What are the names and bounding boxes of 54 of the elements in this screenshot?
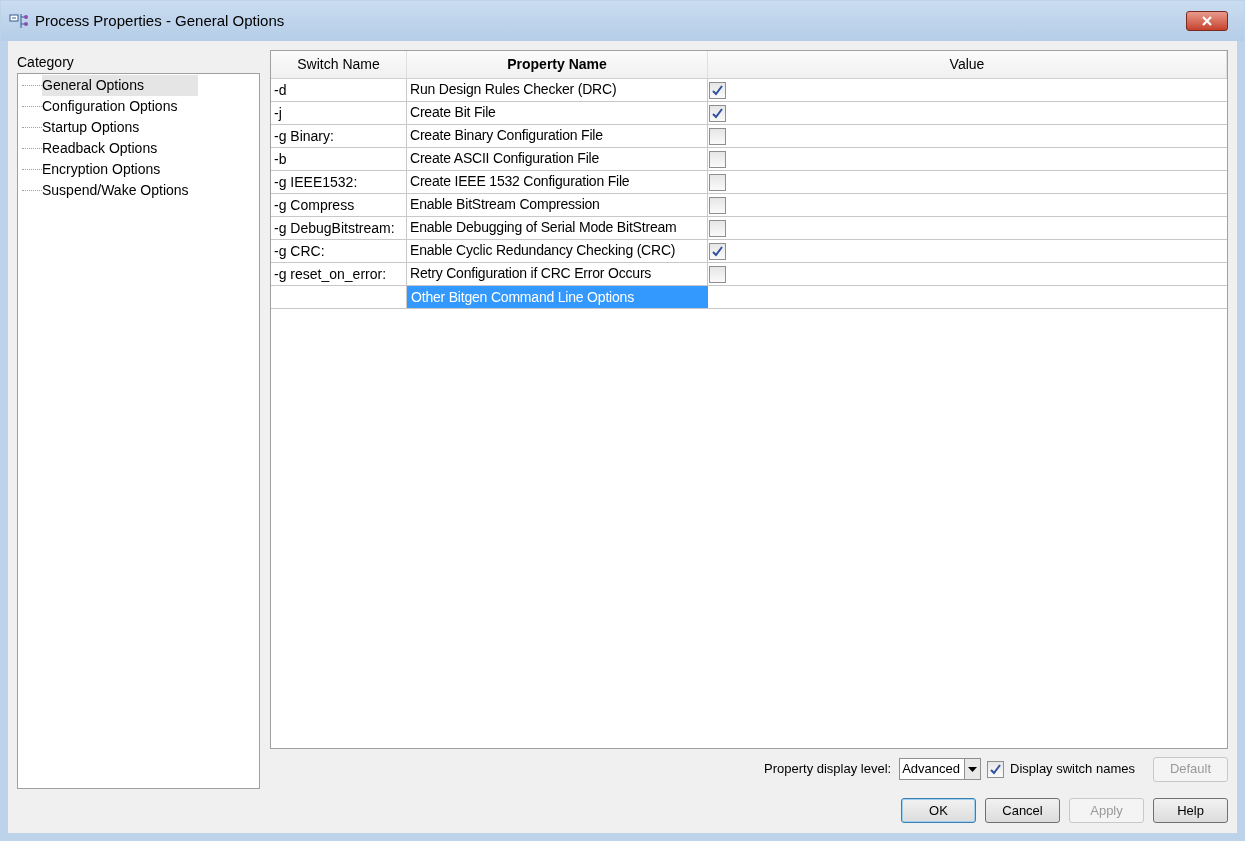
table-cell: -g DebugBitstream: <box>271 217 407 239</box>
value-checkbox[interactable] <box>709 242 726 260</box>
table-cell: -g IEEE1532: <box>271 171 407 193</box>
close-button[interactable] <box>1186 11 1228 31</box>
table-cell[interactable]: Enable Cyclic Redundancy Checking (CRC) <box>407 240 708 262</box>
table-cell: -j <box>271 102 407 124</box>
table-cell: -d <box>271 79 407 101</box>
column-header: Switch Name <box>271 51 407 78</box>
check-icon <box>990 763 1001 775</box>
category-item[interactable]: Suspend/Wake Options <box>42 180 189 201</box>
dialog-button[interactable]: Help <box>1153 798 1228 823</box>
check-icon <box>712 84 723 96</box>
table-cell: -g CRC: <box>271 240 407 262</box>
app-icon <box>9 12 29 30</box>
window-title: Process Properties - General Options <box>35 10 285 31</box>
table-cell[interactable]: Create IEEE 1532 Configuration File <box>407 171 708 193</box>
value-checkbox[interactable] <box>709 196 726 214</box>
caret-icon <box>968 766 977 772</box>
category-label: Category <box>17 53 75 72</box>
value-checkbox[interactable] <box>709 150 726 168</box>
value-checkbox[interactable] <box>709 127 726 145</box>
display-level-label: Property display level: <box>764 760 892 779</box>
close-icon <box>1202 16 1212 26</box>
table-cell: -g Binary: <box>271 125 407 147</box>
table-cell[interactable]: Retry Configuration if CRC Error Occurs <box>407 263 708 285</box>
dialog-button[interactable]: Cancel <box>985 798 1060 823</box>
category-item[interactable]: Readback Options <box>42 138 158 159</box>
table-cell: -g reset_on_error: <box>271 263 407 285</box>
category-item[interactable]: General Options <box>42 75 198 96</box>
dropdown-value: Advanced <box>901 760 961 779</box>
check-icon <box>712 245 723 257</box>
value-checkbox[interactable] <box>709 81 726 99</box>
table-cell: -g Compress <box>271 194 407 216</box>
column-header: Value <box>708 51 1227 78</box>
table-cell[interactable]: Create Bit File <box>407 102 708 124</box>
display-level-dropdown[interactable]: Advanced <box>899 758 981 780</box>
category-item[interactable]: Encryption Options <box>42 159 161 180</box>
table-cell: -b <box>271 148 407 170</box>
table-cell[interactable]: Run Design Rules Checker (DRC) <box>407 79 708 101</box>
value-checkbox[interactable] <box>709 104 726 122</box>
value-checkbox[interactable] <box>709 173 726 191</box>
display-switch-names-label: Display switch names <box>1010 760 1135 779</box>
table-cell[interactable]: Enable BitStream Compression <box>407 194 708 216</box>
dialog-button[interactable]: OK <box>901 798 976 823</box>
check-icon <box>712 107 723 119</box>
value-checkbox[interactable] <box>709 219 726 237</box>
display-switch-names-checkbox[interactable] <box>987 760 1004 778</box>
table-cell[interactable]: Create ASCII Configuration File <box>407 148 708 170</box>
table-cell[interactable]: Create Binary Configuration File <box>407 125 708 147</box>
value-checkbox[interactable] <box>709 265 726 283</box>
column-header: Property Name <box>407 51 708 78</box>
category-item[interactable]: Startup Options <box>42 117 140 138</box>
table-cell[interactable]: Enable Debugging of Serial Mode BitStream <box>407 217 708 239</box>
category-item[interactable]: Configuration Options <box>42 96 178 117</box>
